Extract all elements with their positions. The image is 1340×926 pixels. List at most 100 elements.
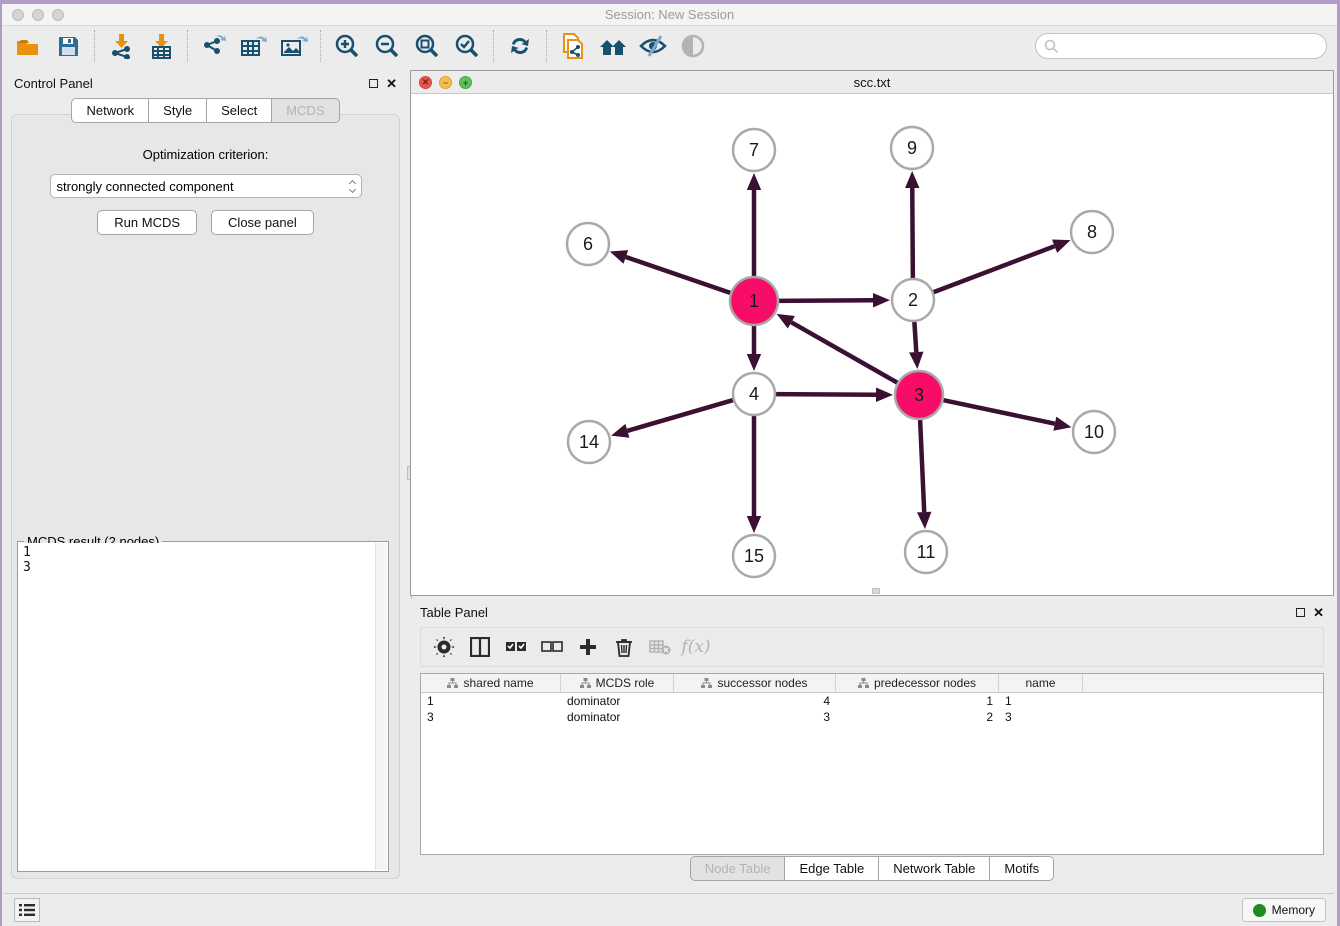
- hide-selected-icon[interactable]: [633, 29, 673, 63]
- graph-edge-3-1[interactable]: [791, 322, 900, 384]
- table-panel: Table Panel ✕: [410, 599, 1334, 883]
- graph-edge-4-14[interactable]: [627, 399, 735, 431]
- zoom-selected-icon[interactable]: [447, 29, 487, 63]
- graph-edge-1-6[interactable]: [626, 257, 733, 294]
- table-cell[interactable]: 1: [836, 694, 999, 708]
- minimize-window-icon[interactable]: [32, 9, 44, 21]
- edge-arrowhead: [747, 354, 761, 371]
- first-neighbors-icon[interactable]: [593, 29, 633, 63]
- tab-node-table[interactable]: Node Table: [690, 856, 786, 881]
- search-field[interactable]: [1035, 33, 1327, 59]
- graph-node-label: 8: [1087, 222, 1097, 242]
- tab-mcds[interactable]: MCDS: [272, 98, 339, 123]
- import-table-icon[interactable]: [141, 29, 181, 63]
- criterion-select[interactable]: strongly connected component: [50, 174, 362, 198]
- column-mcds-role[interactable]: MCDS role: [561, 674, 674, 692]
- tab-edge-table[interactable]: Edge Table: [785, 856, 879, 881]
- mcds-result-text[interactable]: 1 3: [19, 543, 375, 870]
- table-row[interactable]: 1dominator411: [421, 693, 1323, 709]
- toolbar-separator: [493, 30, 494, 62]
- toolbar-separator: [320, 30, 321, 62]
- table-cell[interactable]: 3: [421, 710, 561, 724]
- graph-edge-2-3[interactable]: [914, 319, 916, 352]
- graph-edge-1-2[interactable]: [776, 300, 873, 301]
- result-scrollbar[interactable]: [375, 543, 387, 870]
- toolbar-separator: [187, 30, 188, 62]
- table-cell[interactable]: 2: [836, 710, 999, 724]
- graph-edge-2-8[interactable]: [931, 246, 1055, 293]
- network-view-title: scc.txt: [854, 75, 891, 90]
- close-window-icon[interactable]: [12, 9, 24, 21]
- select-all-columns-icon[interactable]: [501, 632, 531, 662]
- close-table-panel-icon[interactable]: ✕: [1313, 608, 1324, 617]
- table-cell[interactable]: 4: [674, 694, 836, 708]
- run-mcds-button[interactable]: Run MCDS: [97, 210, 197, 235]
- tab-network-table[interactable]: Network Table: [879, 856, 990, 881]
- delete-table-icon[interactable]: [645, 632, 675, 662]
- minimize-view-icon[interactable]: −: [439, 76, 452, 89]
- zoom-in-icon[interactable]: [327, 29, 367, 63]
- save-session-icon[interactable]: [48, 29, 88, 63]
- graph-edge-3-10[interactable]: [941, 400, 1055, 424]
- unselect-all-columns-icon[interactable]: [537, 632, 567, 662]
- edge-arrowhead: [747, 173, 761, 190]
- close-panel-icon[interactable]: ✕: [386, 79, 397, 88]
- maximize-window-icon[interactable]: [52, 9, 64, 21]
- close-panel-button[interactable]: Close panel: [211, 210, 314, 235]
- tab-style[interactable]: Style: [149, 98, 207, 123]
- table-row[interactable]: 3dominator323: [421, 709, 1323, 725]
- function-builder-icon[interactable]: f(x): [681, 632, 711, 662]
- export-network-icon[interactable]: [194, 29, 234, 63]
- control-panel-title: Control Panel: [14, 76, 369, 91]
- window-controls[interactable]: [12, 9, 64, 21]
- column-shared-name[interactable]: shared name: [421, 674, 561, 692]
- gear-icon[interactable]: [429, 632, 459, 662]
- maximize-view-icon[interactable]: +: [459, 76, 472, 89]
- table-cell[interactable]: dominator: [561, 694, 674, 708]
- delete-column-icon[interactable]: [609, 632, 639, 662]
- tree-icon: [858, 678, 869, 689]
- split-columns-icon[interactable]: [465, 632, 495, 662]
- refresh-icon[interactable]: [500, 29, 540, 63]
- column-successor-nodes[interactable]: successor nodes: [674, 674, 836, 692]
- table-cell[interactable]: 1: [999, 694, 1083, 708]
- graph-edge-3-11[interactable]: [920, 417, 924, 512]
- add-column-icon[interactable]: [573, 632, 603, 662]
- network-canvas[interactable]: 7968124314101511: [411, 94, 1333, 595]
- canvas-resize-handle[interactable]: [872, 588, 880, 594]
- table-panel-title: Table Panel: [420, 605, 1296, 620]
- network-window-titlebar: ✕ − + scc.txt: [411, 71, 1333, 94]
- graph-node-label: 14: [579, 432, 599, 452]
- table-cell[interactable]: 3: [999, 710, 1083, 724]
- graph-edge-4-3[interactable]: [773, 394, 876, 395]
- edge-arrowhead: [610, 250, 628, 264]
- show-log-button[interactable]: [14, 898, 40, 922]
- tab-select[interactable]: Select: [207, 98, 272, 123]
- table-cell[interactable]: 1: [421, 694, 561, 708]
- export-image-icon[interactable]: [274, 29, 314, 63]
- zoom-out-icon[interactable]: [367, 29, 407, 63]
- tab-network[interactable]: Network: [71, 98, 149, 123]
- mcds-panel-content: Optimization criterion: strongly connect…: [11, 114, 400, 879]
- tree-icon: [580, 678, 591, 689]
- column-name[interactable]: name: [999, 674, 1083, 692]
- memory-button[interactable]: Memory: [1242, 898, 1326, 922]
- export-table-icon[interactable]: [234, 29, 274, 63]
- close-view-icon[interactable]: ✕: [419, 76, 432, 89]
- float-panel-icon[interactable]: [369, 79, 378, 88]
- float-table-panel-icon[interactable]: [1296, 608, 1305, 617]
- tab-motifs[interactable]: Motifs: [990, 856, 1054, 881]
- import-network-icon[interactable]: [101, 29, 141, 63]
- open-session-icon[interactable]: [8, 29, 48, 63]
- show-all-icon[interactable]: [673, 29, 713, 63]
- clone-network-icon[interactable]: [553, 29, 593, 63]
- graph-edge-2-9[interactable]: [912, 188, 913, 281]
- zoom-fit-icon[interactable]: [407, 29, 447, 63]
- mcds-result-group: MCDS result (2 nodes) 1 3: [17, 541, 389, 872]
- network-graph[interactable]: 7968124314101511: [411, 94, 1333, 595]
- edge-arrowhead: [917, 512, 931, 529]
- search-input[interactable]: [1059, 39, 1326, 53]
- column-predecessor-nodes[interactable]: predecessor nodes: [836, 674, 999, 692]
- table-cell[interactable]: 3: [674, 710, 836, 724]
- table-cell[interactable]: dominator: [561, 710, 674, 724]
